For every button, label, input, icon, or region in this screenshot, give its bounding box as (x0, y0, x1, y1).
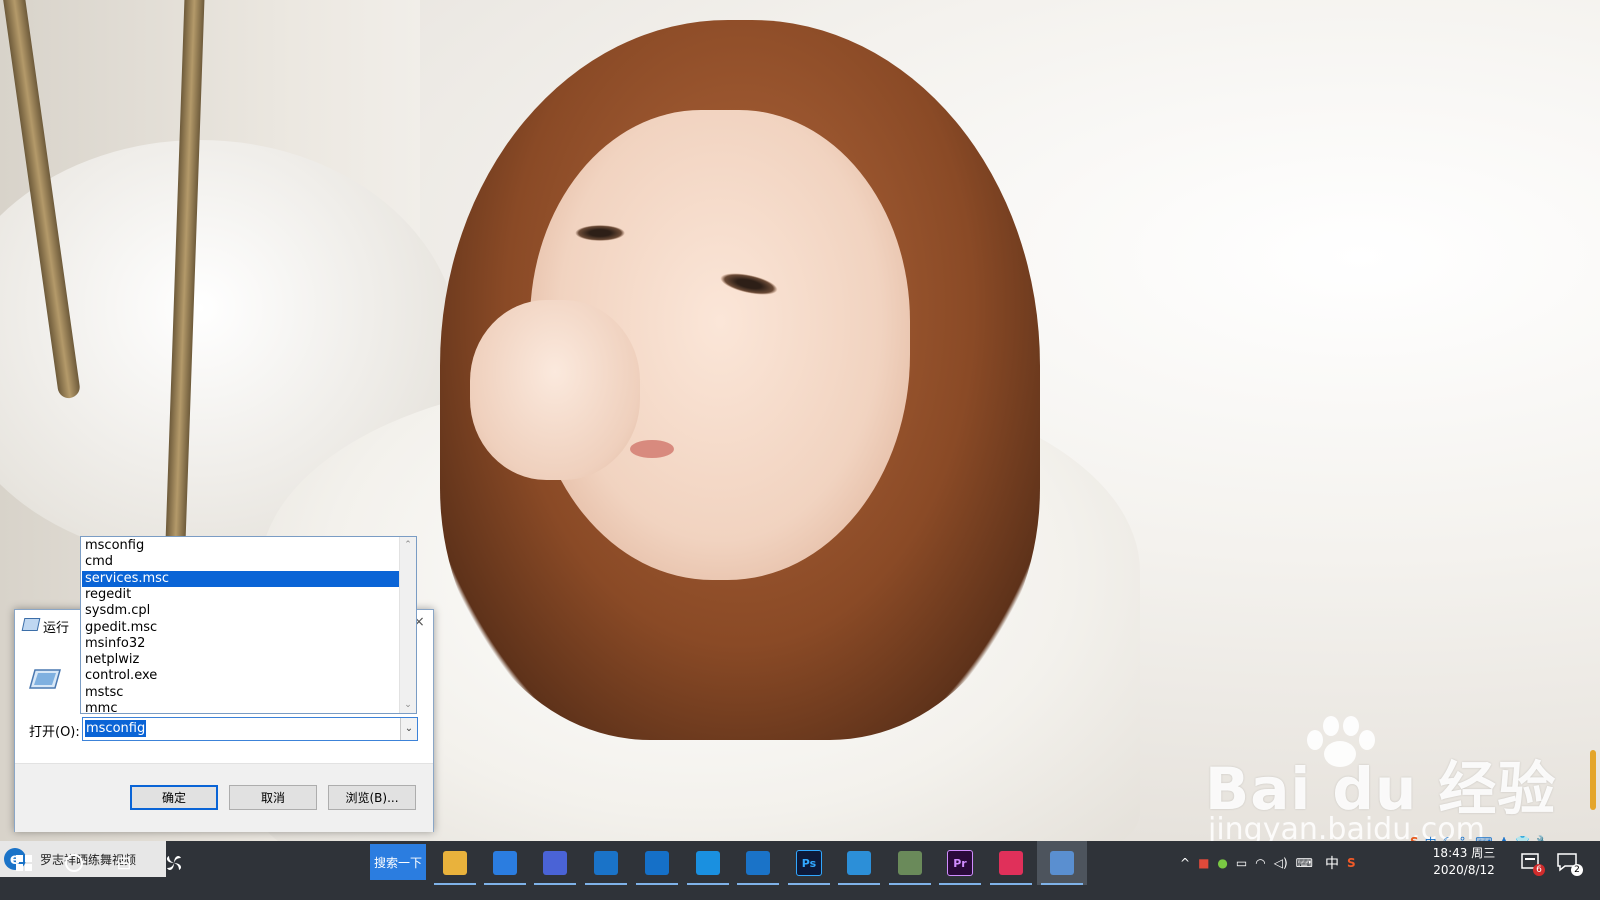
calendar-app-button[interactable] (632, 841, 682, 885)
360-icon[interactable]: ● (1217, 856, 1227, 870)
edge-icon (594, 851, 618, 875)
start-button[interactable] (0, 841, 48, 885)
taskbar-clock[interactable]: 18:43 周三 2020/8/12 (1420, 845, 1508, 879)
store-button[interactable] (480, 841, 530, 885)
running-indicator (737, 883, 779, 885)
running-indicator (889, 883, 931, 885)
upload-app-icon (746, 851, 770, 875)
action-center-button[interactable]: 2 (1556, 851, 1583, 876)
cortana-icon (65, 854, 83, 872)
running-indicator (939, 883, 981, 885)
edge-button[interactable] (581, 841, 631, 885)
running-indicator (990, 883, 1032, 885)
history-item[interactable]: mmc (82, 701, 400, 717)
scroll-down-icon[interactable]: ⌄ (400, 697, 416, 713)
running-indicator (434, 883, 476, 885)
file-explorer-icon (443, 851, 467, 875)
running-indicator (788, 883, 830, 885)
running-indicator (1041, 883, 1083, 885)
avatar-app-button[interactable] (885, 841, 935, 885)
clock-date: 2020/8/12 (1433, 863, 1495, 877)
calendar-app-icon (645, 851, 669, 875)
scroll-up-icon[interactable]: ⌃ (400, 537, 416, 553)
running-indicator (585, 883, 627, 885)
run-dialog-title: 运行 (43, 621, 70, 636)
side-scroll-handle[interactable] (1590, 750, 1596, 810)
history-item[interactable]: msconfig (82, 538, 400, 554)
battery-icon[interactable]: ▭ (1236, 856, 1247, 870)
photoshop-icon: Ps (796, 850, 822, 876)
history-item[interactable]: msinfo32 (82, 636, 400, 652)
run-app-icon (1050, 851, 1074, 875)
command-history-dropdown[interactable]: msconfig cmd services.msc regedit sysdm.cpl g… (80, 536, 417, 717)
action-badge: 2 (1571, 864, 1583, 876)
volume-icon[interactable]: ◁) (1274, 856, 1288, 870)
cortana-button[interactable] (50, 841, 98, 885)
running-indicator (838, 883, 880, 885)
history-item[interactable]: mstsc (82, 685, 400, 701)
video-app-icon (999, 851, 1023, 875)
outlook-button[interactable] (834, 841, 884, 885)
keyboard-icon[interactable]: ⌨ (1296, 856, 1313, 870)
upload-app-button[interactable] (733, 841, 783, 885)
history-item[interactable]: services.msc (82, 570, 400, 587)
feishu-button[interactable] (530, 841, 580, 885)
outlook-icon (847, 851, 871, 875)
clock-time: 18:43 周三 (1432, 846, 1496, 860)
history-item[interactable]: regedit (82, 587, 400, 603)
system-tray: ^ ■ ● ▭ ◠ ◁) ⌨ 中 S (1180, 841, 1356, 885)
input-method-indicator[interactable]: 中 (1325, 853, 1339, 873)
running-indicator (687, 883, 729, 885)
pinwheel-icon (166, 855, 182, 871)
store-icon (493, 851, 517, 875)
run-icon (29, 669, 61, 689)
pinwheel-app-button[interactable] (150, 841, 198, 885)
wallpaper-hand (470, 300, 640, 480)
history-item[interactable]: gpedit.msc (82, 620, 400, 636)
run-icon (21, 618, 41, 631)
history-item[interactable]: cmd (82, 554, 400, 570)
file-explorer-button[interactable] (430, 841, 480, 885)
wallpaper-eye (575, 225, 625, 241)
running-indicator (636, 883, 678, 885)
video-app-button[interactable] (986, 841, 1036, 885)
qq-browser-button[interactable] (683, 841, 733, 885)
running-indicator (484, 883, 526, 885)
wifi-icon[interactable]: ◠ (1255, 856, 1265, 870)
history-item[interactable]: netplwiz (82, 652, 400, 668)
chevron-down-icon[interactable]: ⌄ (400, 718, 417, 740)
history-item[interactable]: control.exe (82, 668, 400, 684)
ok-button[interactable]: 确定 (130, 785, 218, 810)
run-dialog-footer: 确定 取消 浏览(B)... (15, 763, 433, 832)
photoshop-button[interactable]: Ps (784, 841, 834, 885)
feishu-icon (543, 851, 567, 875)
qq-browser-icon (696, 851, 720, 875)
show-hidden-icons[interactable]: ^ (1180, 856, 1190, 870)
premiere-icon: Pr (947, 850, 973, 876)
run-command-input[interactable]: msconfig (85, 720, 147, 737)
browse-button[interactable]: 浏览(B)... (328, 785, 416, 810)
notify-badge: 6 (1533, 864, 1545, 876)
cancel-button[interactable]: 取消 (229, 785, 317, 810)
search-button[interactable]: 搜索一下 (370, 844, 426, 880)
notification-app-button[interactable]: 6 (1520, 851, 1545, 876)
sogou-icon[interactable]: S (1347, 856, 1356, 870)
security-icon[interactable]: ■ (1198, 856, 1209, 870)
running-indicator (534, 883, 576, 885)
avatar-app-icon (898, 851, 922, 875)
premiere-button[interactable]: Pr (935, 841, 985, 885)
history-item[interactable]: sysdm.cpl (82, 603, 400, 619)
windows-icon (16, 855, 32, 871)
run-command-combobox[interactable]: msconfig ⌄ (82, 717, 418, 741)
run-app-button[interactable] (1037, 841, 1087, 885)
task-view-button[interactable]: ⊟ (100, 841, 148, 885)
task-view-icon: ⊟ (116, 852, 132, 874)
open-label: 打开(O): (29, 725, 80, 740)
taskbar: ⊟ e 罗志祥晒练舞视频 搜索一下 Ps Pr ^ ■ ● ▭ ◠ ◁) ⌨ 中 … (0, 841, 1600, 900)
history-scrollbar[interactable]: ⌃ ⌄ (399, 537, 416, 713)
wallpaper-lips (630, 440, 674, 458)
